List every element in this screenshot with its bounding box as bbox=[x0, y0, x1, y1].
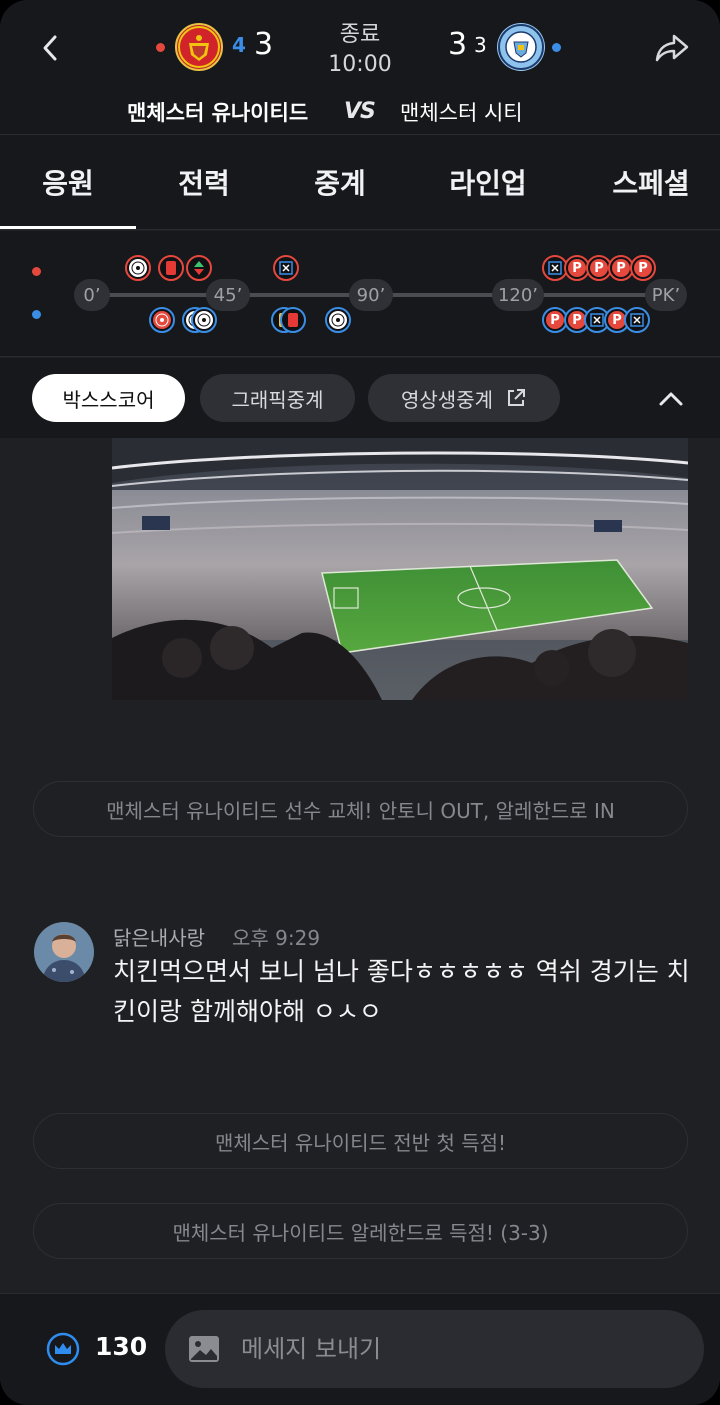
chip-video-live-label: 영상생중계 bbox=[401, 387, 493, 412]
avatar[interactable] bbox=[34, 922, 94, 982]
home-timeline-dot bbox=[32, 267, 41, 276]
chevron-left-icon bbox=[43, 35, 57, 61]
pk-miss-icon[interactable] bbox=[624, 307, 650, 333]
crown-icon[interactable] bbox=[46, 1332, 80, 1366]
cheer-count: 130 bbox=[95, 1332, 148, 1361]
goal-icon[interactable] bbox=[191, 307, 217, 333]
away-pk-score: 3 bbox=[474, 33, 487, 57]
share-button[interactable] bbox=[650, 26, 694, 70]
tab-special[interactable]: 스페셜 bbox=[576, 135, 720, 229]
away-timeline-dot bbox=[32, 310, 41, 319]
chevron-up-icon[interactable] bbox=[656, 384, 686, 414]
chip-video-live[interactable]: 영상생중계 bbox=[368, 374, 560, 422]
share-icon bbox=[655, 34, 689, 62]
match-header: 4 3 종료 10:00 3 3 맨체스터 유나이티드 VS 맨체스터 시티 bbox=[0, 0, 720, 134]
away-score: 3 bbox=[448, 27, 468, 62]
chat-message-text: 치킨먹으면서 보니 넘나 좋다ㅎㅎㅎㅎㅎ 역쉬 경기는 치킨이랑 함께해야해 ㅇ… bbox=[113, 957, 690, 1026]
match-time: 10:00 bbox=[328, 52, 392, 77]
goal-icon[interactable] bbox=[125, 255, 151, 281]
image-icon[interactable] bbox=[187, 1332, 221, 1366]
bottom-input-bar: 130 bbox=[0, 1293, 720, 1405]
away-team-crest[interactable] bbox=[497, 23, 545, 71]
back-button[interactable] bbox=[30, 26, 70, 70]
home-team-name: 맨체스터 유나이티드 bbox=[127, 101, 309, 125]
system-message: 맨체스터 유나이티드 선수 교체! 안토니 OUT, 알레한드로 IN bbox=[33, 781, 688, 837]
system-message: 맨체스터 유나이티드 알레한드로 득점! (3-3) bbox=[33, 1203, 688, 1259]
vs-label: VS bbox=[344, 99, 376, 124]
red-card-icon[interactable] bbox=[158, 255, 184, 281]
system-message: 맨체스터 유나이티드 전반 첫 득점! bbox=[33, 1113, 688, 1169]
man-utd-crest-icon bbox=[178, 26, 220, 68]
home-team-crest[interactable] bbox=[175, 23, 223, 71]
chat-username[interactable]: 닭은내사랑 bbox=[113, 922, 205, 951]
pk-goal-icon[interactable]: P bbox=[630, 255, 656, 281]
timeline-marker-45: 45’ bbox=[206, 279, 250, 311]
home-score: 3 bbox=[254, 27, 274, 62]
own-goal-icon[interactable] bbox=[273, 255, 299, 281]
away-team-name: 맨체스터 시티 bbox=[400, 101, 523, 125]
filter-bar: 박스스코어 그래픽중계 영상생중계 bbox=[0, 358, 720, 438]
home-pk-score: 4 bbox=[232, 33, 246, 57]
stadium-image bbox=[112, 438, 688, 700]
timeline-marker-120: 120’ bbox=[492, 279, 544, 311]
timeline-marker-pk: PK’ bbox=[645, 279, 687, 311]
man-city-crest-icon bbox=[498, 24, 544, 70]
substitution-icon[interactable] bbox=[186, 255, 212, 281]
active-tab-indicator bbox=[0, 226, 136, 229]
chip-graphic-broadcast[interactable]: 그래픽중계 bbox=[200, 374, 355, 422]
home-team-dot bbox=[156, 43, 165, 52]
user-avatar-image bbox=[34, 922, 94, 982]
tab-lineup[interactable]: 라인업 bbox=[408, 135, 568, 229]
stadium-photo[interactable] bbox=[112, 438, 688, 700]
tab-cheer[interactable]: 응원 bbox=[0, 135, 136, 229]
match-timeline[interactable]: 0’ 45’ 90’ 120’ PK’ P P P P P P P bbox=[0, 231, 720, 357]
goal-icon[interactable] bbox=[149, 307, 175, 333]
app-screen: 4 3 종료 10:00 3 3 맨체스터 유나이티드 VS 맨체스터 시티 응… bbox=[0, 0, 720, 1405]
tab-analysis[interactable]: 전력 bbox=[136, 135, 272, 229]
red-card-icon[interactable] bbox=[280, 307, 306, 333]
chip-boxscore[interactable]: 박스스코어 bbox=[32, 374, 185, 422]
match-status: 종료 bbox=[339, 22, 381, 47]
external-link-icon bbox=[508, 389, 525, 406]
timeline-marker-90: 90’ bbox=[349, 279, 393, 311]
tab-bar: 응원 전력 중계 라인업 스페셜 bbox=[0, 134, 720, 230]
away-team-dot bbox=[552, 43, 561, 52]
chat-timestamp: 오후 9:29 bbox=[232, 926, 321, 950]
message-input[interactable] bbox=[241, 1310, 681, 1388]
tab-broadcast[interactable]: 중계 bbox=[272, 135, 408, 229]
timeline-marker-0: 0’ bbox=[74, 279, 110, 311]
goal-icon[interactable] bbox=[325, 307, 351, 333]
message-input-wrapper bbox=[165, 1310, 704, 1388]
